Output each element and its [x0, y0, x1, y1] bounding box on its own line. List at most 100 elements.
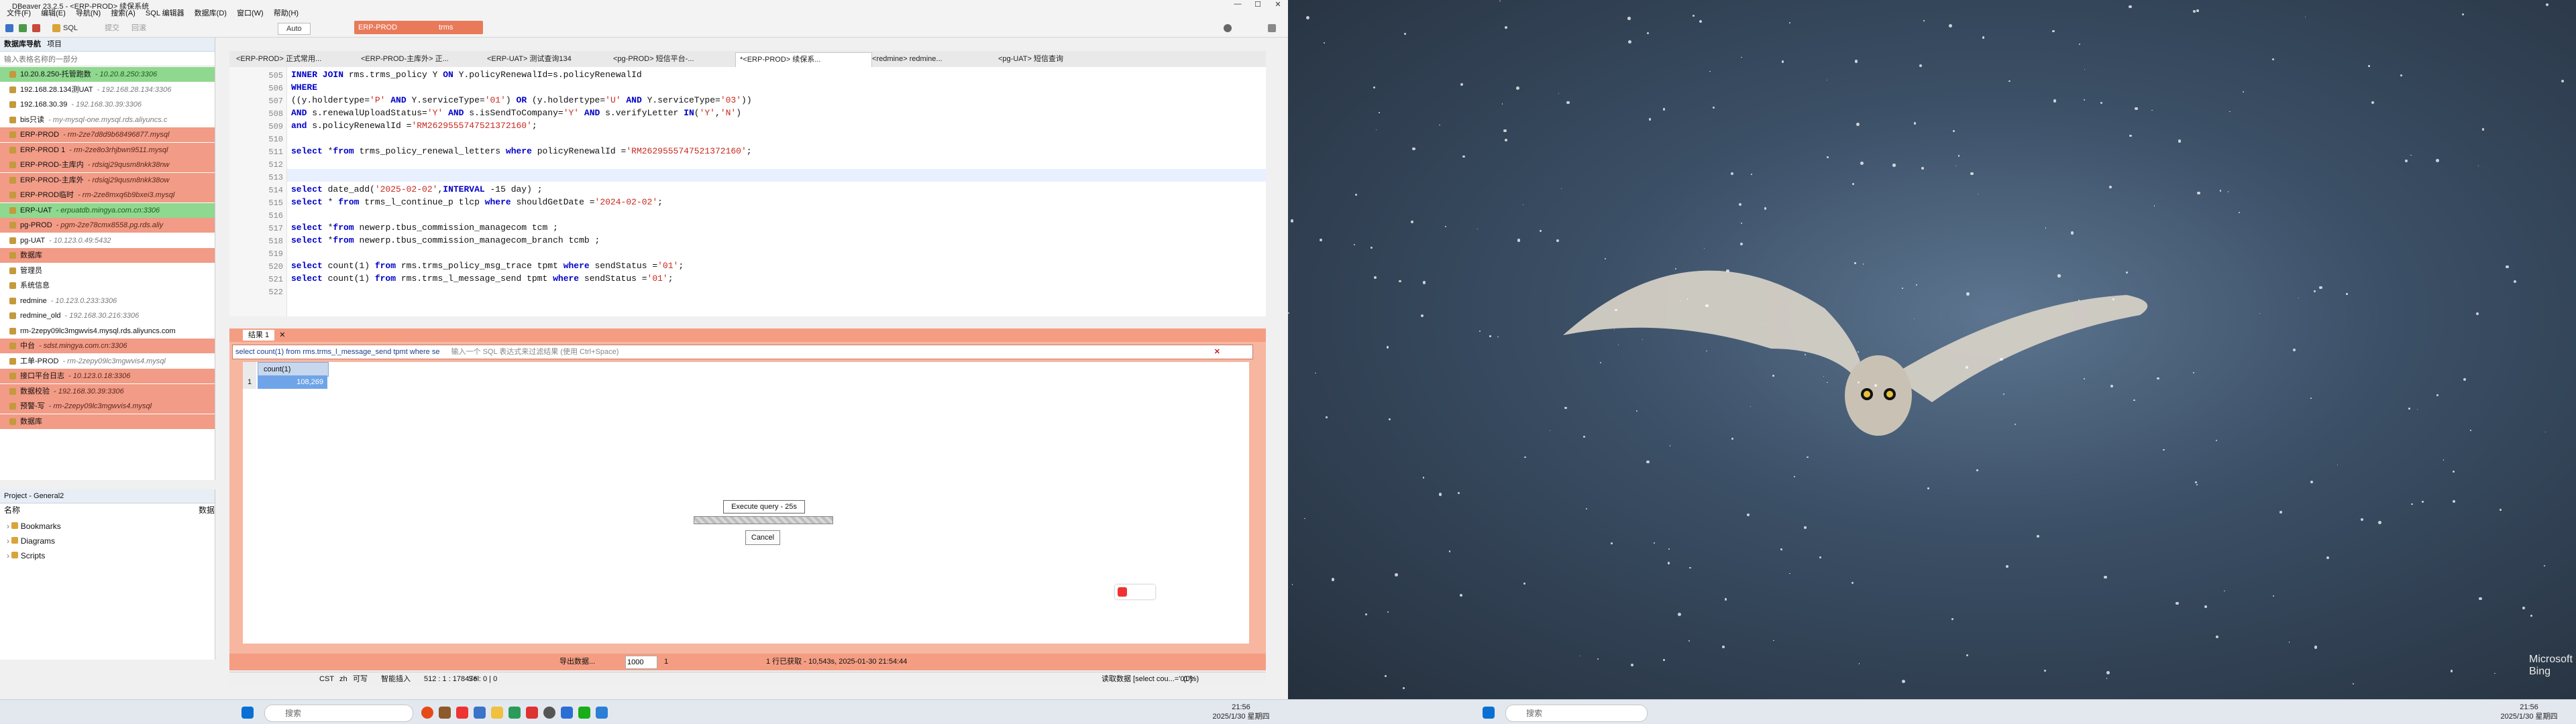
tree-item[interactable]: ERP-PROD 1- rm-2ze8o3rhjbwn9511.mysql: [0, 142, 215, 158]
app-icon[interactable]: [456, 707, 468, 719]
app-icon[interactable]: [526, 707, 538, 719]
snowflake: [2405, 159, 2408, 162]
clock-left[interactable]: 21:56 2025/1/30 星期四: [1201, 703, 1281, 721]
rollback-button[interactable]: 回滚: [131, 23, 146, 34]
project-item-bookmarks[interactable]: › Bookmarks: [0, 519, 215, 534]
tree-item[interactable]: 工单-PROD - rm-2zepy09lc3mgwvis4.mysql: [0, 354, 215, 369]
active-connection-select[interactable]: ERP-PROD: [354, 21, 436, 34]
snowflake: [1459, 594, 1462, 597]
search-icon[interactable]: [1224, 24, 1232, 32]
app-icon[interactable]: [508, 707, 521, 719]
navigator-filter-input[interactable]: [3, 54, 207, 66]
menu-edit[interactable]: 编辑(E): [37, 9, 70, 18]
dbeaver-icon[interactable]: [439, 707, 451, 719]
commit-button[interactable]: 提交: [105, 23, 119, 34]
results-grid[interactable]: count(1) 1 108,269 Execute query - 25s C…: [243, 362, 1249, 644]
menu-search[interactable]: 搜索(A): [107, 9, 140, 18]
ime-toolbar[interactable]: [1115, 585, 1155, 599]
tree-item[interactable]: 中台 - sdst.mingya.com.cn:3306: [0, 339, 215, 353]
tree-item[interactable]: ERP-PROD-主库内 - rdsiqj29qusm8nkk38nw: [0, 158, 215, 172]
close-results-icon[interactable]: ✕: [279, 331, 285, 339]
menu-file[interactable]: 文件(F): [3, 9, 35, 18]
results-filter-bar[interactable]: select count(1) from rms.trms_l_message_…: [232, 345, 1253, 359]
tree-item[interactable]: pg-PROD - pgm-2ze78cmx8558.pg.rds.aliy: [0, 218, 215, 233]
snowflake: [1420, 314, 1424, 318]
tree-item[interactable]: ERP-PROD-主库外 - rdsiqj29qusm8nkk38ow: [0, 172, 215, 188]
chrome-icon[interactable]: [421, 707, 433, 719]
minimize-icon[interactable]: —: [1228, 0, 1248, 9]
connect-icon[interactable]: [19, 24, 27, 32]
result-cell[interactable]: 108,269: [258, 375, 327, 389]
execute-progress-bar: [694, 516, 833, 524]
snowflake: [2178, 139, 2182, 143]
tab-projects[interactable]: 项目: [47, 40, 62, 48]
tree-item[interactable]: 数据库: [0, 248, 215, 263]
tab-database-navigator[interactable]: 数据库导航: [4, 40, 41, 48]
tree-item[interactable]: 预警-写 - rm-2zepy09lc3mgwvis4.mysql: [0, 399, 215, 414]
tab-redmine[interactable]: <redmine> redmine...: [868, 52, 997, 66]
app-icon[interactable]: [474, 707, 486, 719]
tab-erp-prod-common[interactable]: <ERP-PROD> 正式常用...: [232, 52, 360, 66]
tree-item[interactable]: ERP-UAT - erpuatdb.mingya.com.cn:3306: [0, 202, 215, 218]
app-icon[interactable]: [561, 707, 573, 719]
clock-right[interactable]: 21:56 2025/1/30 星期四: [2489, 703, 2569, 721]
snowflake: [1403, 33, 1406, 36]
tree-item[interactable]: 10.20.8.250-托管跑数 - 10.20.8.250:3306: [0, 67, 215, 82]
cancel-button[interactable]: Cancel: [745, 530, 780, 545]
menu-sql-editor[interactable]: SQL 编辑器: [142, 9, 189, 18]
snowflake: [1804, 353, 1806, 355]
tree-item[interactable]: 管理员: [0, 263, 215, 278]
snowflake: [1856, 122, 1860, 126]
column-header-count[interactable]: count(1): [258, 362, 329, 377]
folder-icon[interactable]: [491, 707, 503, 719]
close-icon[interactable]: ✕: [1268, 0, 1288, 9]
app-icon[interactable]: [596, 707, 608, 719]
disconnect-icon[interactable]: [32, 24, 40, 32]
clear-filter-icon[interactable]: ✕: [1214, 345, 1220, 359]
tab-pg-prod-sms[interactable]: <pg-PROD> 短信平台-...: [609, 52, 738, 66]
app-icon[interactable]: [543, 707, 555, 719]
menu-window[interactable]: 窗口(W): [233, 9, 268, 18]
tree-item[interactable]: 数据校验 - 192.168.30.39:3306: [0, 383, 215, 399]
perspective-icon[interactable]: [1268, 24, 1276, 32]
export-data-button[interactable]: 导出数据...: [559, 654, 595, 670]
tree-item[interactable]: rm-2zepy09lc3mgwvis4.mysql.rds.aliyuncs.…: [0, 324, 215, 339]
start-icon[interactable]: [241, 707, 254, 719]
tree-item[interactable]: bis只读 - my-mysql-one.mysql.rds.aliyuncs.c: [0, 113, 215, 127]
menu-database[interactable]: 数据库(D): [191, 9, 231, 18]
start-icon[interactable]: [1483, 707, 1495, 719]
tree-item[interactable]: ERP-PROD - rm-2ze7d8d9b68496877.mysql: [0, 127, 215, 142]
tab-pg-uat-sms[interactable]: <pg-UAT> 短信查询: [994, 52, 1110, 66]
active-schema-select[interactable]: trms: [435, 21, 483, 34]
sql-editor[interactable]: 505 506 507 508 509 510 511 512 513 514 515 516 517 5…: [229, 67, 1266, 316]
snowflake: [1680, 300, 1681, 301]
tree-item[interactable]: redmine_old - 192.168.30.216:3306: [0, 308, 215, 323]
tab-erp-uat-query[interactable]: <ERP-UAT> 测试查询134: [483, 52, 612, 66]
wechat-icon[interactable]: [578, 707, 590, 719]
sql-editor-icon[interactable]: [52, 24, 60, 32]
row-number[interactable]: 1: [243, 375, 256, 389]
menu-navigate[interactable]: 导航(N): [72, 9, 105, 18]
tree-item[interactable]: 192.168.30.39- 192.168.30.39:3306: [0, 97, 215, 112]
sql-button[interactable]: SQL: [63, 23, 78, 34]
database-icon: [9, 282, 16, 289]
menu-help[interactable]: 帮助(H): [270, 9, 303, 18]
transaction-mode-select[interactable]: Auto: [278, 23, 311, 35]
tree-item[interactable]: ERP-PROD临时 - rm-2ze8mxq6b9bxei3.mysql: [0, 188, 215, 202]
taskbar-search[interactable]: 搜索: [264, 705, 413, 722]
tree-item[interactable]: redmine - 10.123.0.233:3306: [0, 294, 215, 308]
taskbar-search[interactable]: 搜索: [1505, 705, 1648, 722]
tab-erp-prod-renewal[interactable]: *<ERP-PROD> 续保系...: [735, 52, 872, 67]
project-item-scripts[interactable]: › Scripts: [0, 548, 215, 563]
tab-erp-prod-main-external[interactable]: <ERP-PROD-主库外> 正...: [357, 52, 486, 66]
tree-item[interactable]: 系统信息: [0, 278, 215, 293]
project-item-diagrams[interactable]: › Diagrams: [0, 534, 215, 548]
tree-item[interactable]: pg-UAT - 10.123.0.49:5432: [0, 233, 215, 248]
fetch-size-input[interactable]: [625, 656, 657, 669]
new-connection-icon[interactable]: [5, 24, 13, 32]
maximize-icon[interactable]: ☐: [1248, 0, 1268, 9]
tree-item[interactable]: 192.168.28.134测UAT - 192.168.28.134:3306: [0, 82, 215, 97]
tree-item[interactable]: 数据库: [0, 414, 215, 429]
tree-item[interactable]: 接口平台日志 - 10.123.0.18:3306: [0, 369, 215, 383]
tab-results-1[interactable]: 结果 1: [243, 330, 275, 341]
